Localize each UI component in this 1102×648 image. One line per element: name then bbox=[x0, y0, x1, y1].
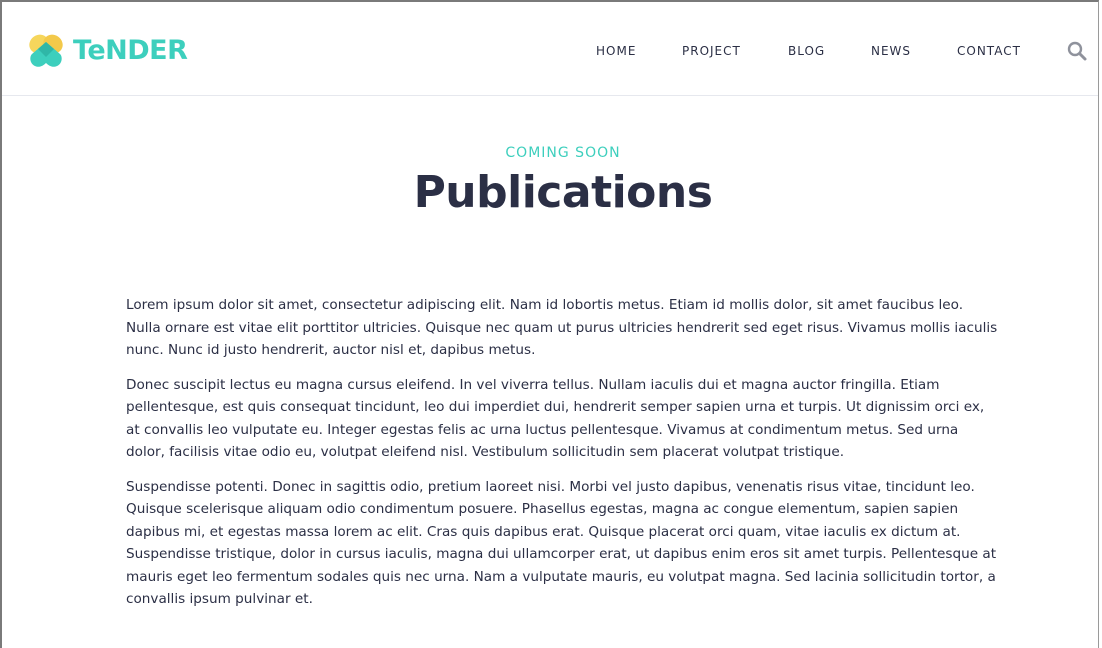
browser-viewport: TeNDER HOME PROJECT BLOG NEWS CONTACT CO… bbox=[0, 0, 1099, 648]
nav-item-blog[interactable]: BLOG bbox=[788, 44, 825, 58]
content-paragraph: Suspendisse potenti. Donec in sagittis o… bbox=[126, 478, 997, 608]
nav-item-home[interactable]: HOME bbox=[596, 44, 636, 58]
content-paragraph: Donec suscipit lectus eu magna cursus el… bbox=[126, 376, 985, 461]
coming-soon-label: COMING SOON bbox=[505, 145, 621, 161]
nav-item-news[interactable]: NEWS bbox=[871, 44, 911, 58]
content-paragraph: Lorem ipsum dolor sit amet, consectetur … bbox=[126, 297, 998, 358]
search-icon[interactable] bbox=[1066, 40, 1088, 62]
nav-item-project[interactable]: PROJECT bbox=[682, 44, 741, 58]
page-title: Publications bbox=[413, 167, 713, 218]
page-hero: COMING SOON Publications bbox=[2, 143, 1098, 219]
main-content: Lorem ipsum dolor sit amet, consectetur … bbox=[126, 294, 998, 623]
nav-item-contact[interactable]: CONTACT bbox=[957, 44, 1021, 58]
main-navigation: HOME PROJECT BLOG NEWS CONTACT bbox=[2, 44, 1098, 60]
site-header: TeNDER HOME PROJECT BLOG NEWS CONTACT bbox=[2, 2, 1098, 96]
